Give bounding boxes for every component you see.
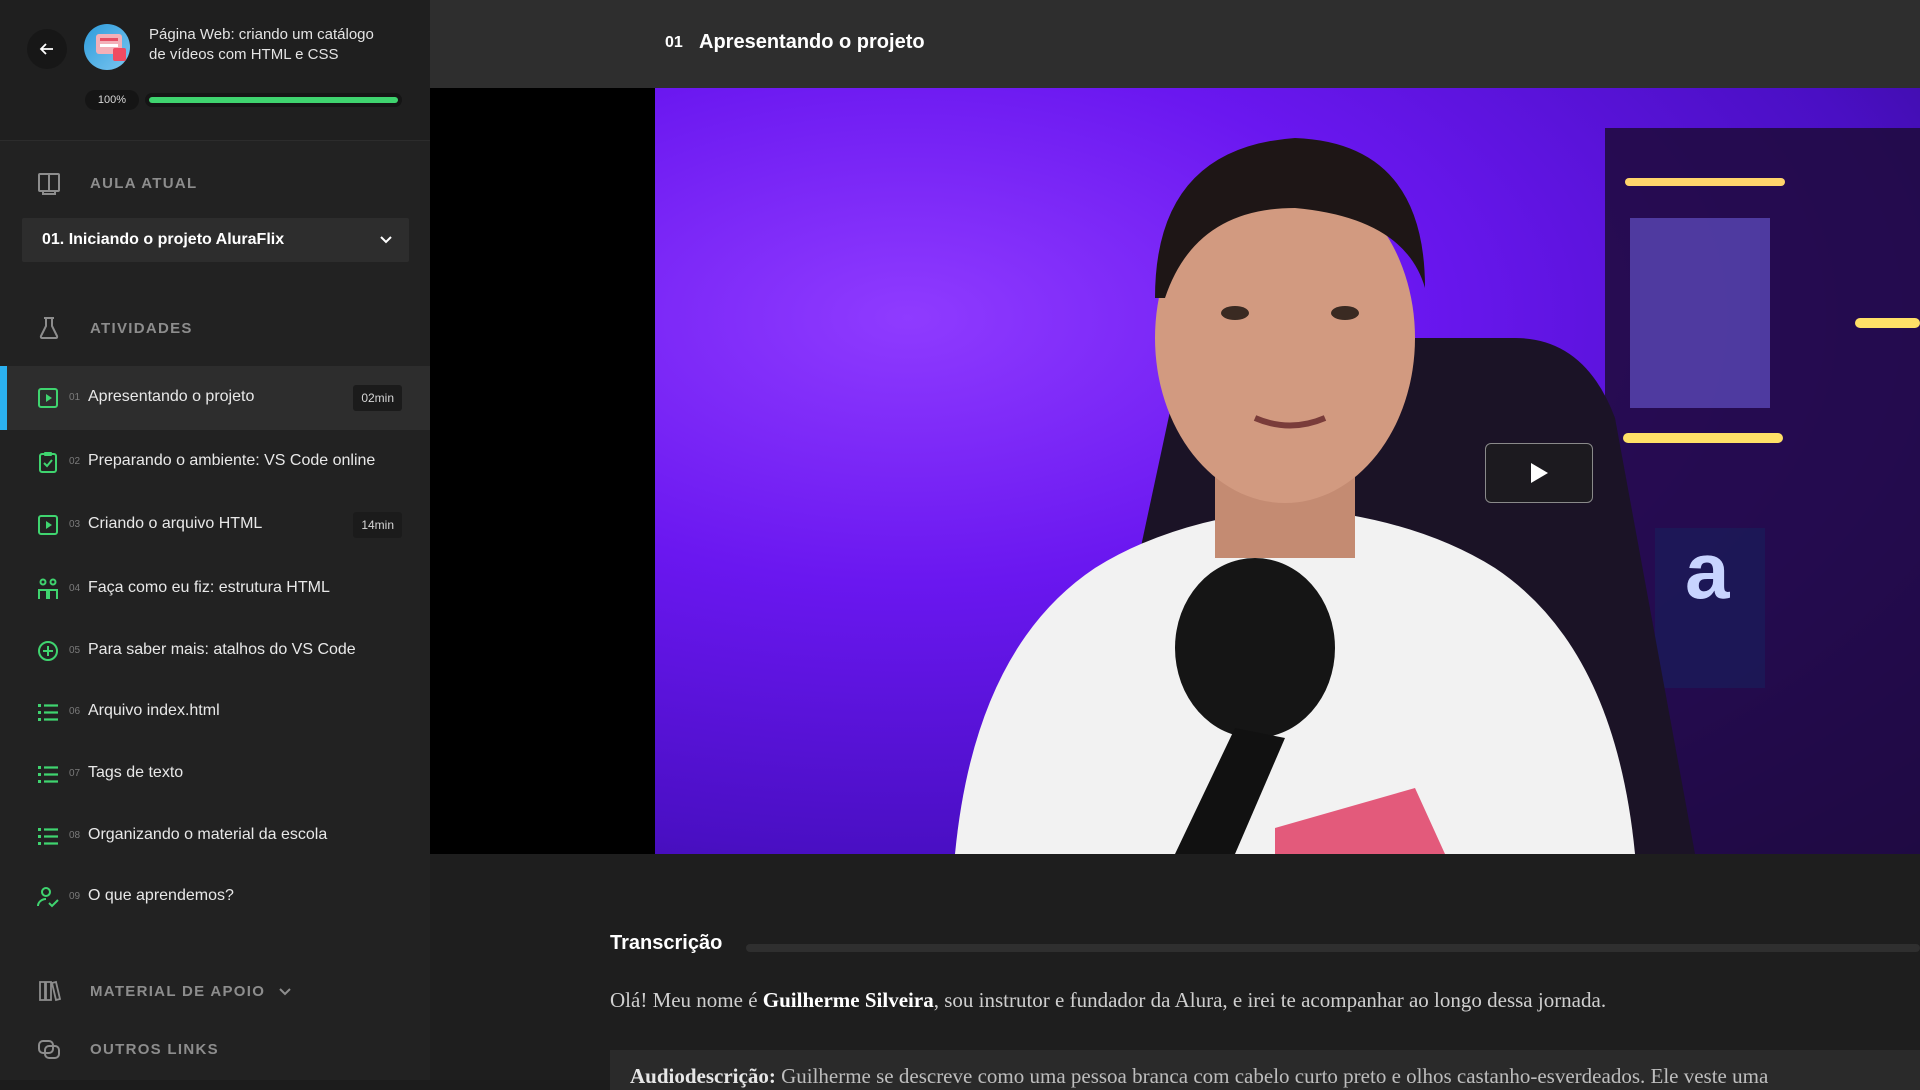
transcript-paragraph: Olá! Meu nome é Guilherme Silveira, sou … xyxy=(610,988,1606,1013)
course-title[interactable]: Página Web: criando um catálogo de vídeo… xyxy=(149,25,389,65)
clipboard-check-icon xyxy=(39,452,57,473)
activity-item[interactable]: 04 Faça como eu fiz: estrutura HTML xyxy=(0,557,430,621)
current-lesson-value: 01. Iniciando o projeto AluraFlix xyxy=(42,231,285,248)
svg-text:a: a xyxy=(1685,526,1730,615)
activity-label: Tags de texto xyxy=(88,764,184,781)
chevron-down-icon[interactable] xyxy=(276,982,294,1000)
transcript-divider xyxy=(746,944,1920,952)
person-check-icon xyxy=(37,887,59,908)
audio-description-text: Guilherme se descreve como uma pessoa br… xyxy=(775,1064,1769,1088)
activity-duration: 02min xyxy=(353,385,402,411)
activity-label: Preparando o ambiente: VS Code online xyxy=(88,452,376,469)
other-links-label[interactable]: OUTROS LINKS xyxy=(90,1041,219,1058)
video-frame[interactable]: a xyxy=(655,88,1920,854)
activity-duration: 14min xyxy=(353,512,402,538)
transcript-text: Olá! Meu nome é xyxy=(610,988,763,1012)
activity-item[interactable]: 01 Apresentando o projeto 02min xyxy=(0,366,430,430)
activity-number: 02 xyxy=(69,456,81,467)
video-player: a xyxy=(430,88,1920,854)
list-icon xyxy=(38,828,58,845)
flask-icon xyxy=(39,317,59,339)
lesson-title: Apresentando o projeto xyxy=(699,31,925,53)
activity-number: 04 xyxy=(69,583,81,594)
activity-label: Para saber mais: atalhos do VS Code xyxy=(88,641,356,658)
activity-label: Faça como eu fiz: estrutura HTML xyxy=(88,579,330,596)
progress-fill xyxy=(149,97,398,103)
activity-number: 08 xyxy=(69,830,81,841)
activity-label: Criando o arquivo HTML xyxy=(88,515,263,532)
activities-label: ATIVIDADES xyxy=(90,320,193,337)
activity-item[interactable]: 06 Arquivo index.html xyxy=(0,680,430,744)
activity-item[interactable]: 02 Preparando o ambiente: VS Code online xyxy=(0,430,430,494)
link-icon xyxy=(38,1040,60,1059)
activity-number: 01 xyxy=(69,392,81,403)
current-lesson-label: AULA ATUAL xyxy=(90,175,198,192)
activity-item[interactable]: 07 Tags de texto xyxy=(0,742,430,806)
transcript-name: Guilherme Silveira xyxy=(762,988,934,1012)
course-logo xyxy=(84,24,130,70)
back-button[interactable] xyxy=(27,29,67,69)
support-material-label[interactable]: MATERIAL DE APOIO xyxy=(90,983,265,1000)
arrow-left-icon xyxy=(39,43,53,55)
activity-number: 03 xyxy=(69,519,81,530)
activity-number: 09 xyxy=(69,891,81,902)
activity-item[interactable]: 09 O que aprendemos? xyxy=(0,865,430,929)
activity-label: Apresentando o projeto xyxy=(88,388,255,405)
books-icon xyxy=(39,980,62,1002)
course-header: Página Web: criando um catálogo de vídeo… xyxy=(0,0,430,141)
activity-number: 05 xyxy=(69,645,81,656)
book-icon xyxy=(38,173,60,195)
transcript-heading: Transcrição xyxy=(610,932,723,954)
plus-circle-icon xyxy=(38,641,58,661)
play-icon xyxy=(1531,463,1548,483)
main-content: 01 Apresentando o projeto a Transcrição … xyxy=(430,0,1920,1090)
audio-description-label: Audiodescrição: xyxy=(630,1064,776,1088)
sidebar: Página Web: criando um catálogo de vídeo… xyxy=(0,0,430,1080)
transcript-text: , sou instrutor e fundador da Alura, e i… xyxy=(933,988,1607,1012)
activity-item[interactable]: 03 Criando o arquivo HTML 14min xyxy=(0,493,430,557)
lesson-topbar: 01 Apresentando o projeto xyxy=(430,0,1920,88)
audio-description: Audiodescrição: Guilherme se descreve co… xyxy=(630,1064,1768,1089)
current-lesson-select[interactable]: 01. Iniciando o projeto AluraFlix xyxy=(22,218,409,262)
activity-number: 06 xyxy=(69,706,81,717)
list-icon xyxy=(38,766,58,783)
lesson-number: 01 xyxy=(665,34,683,51)
activity-label: Arquivo index.html xyxy=(88,702,220,719)
activity-number: 07 xyxy=(69,768,81,779)
play-video-icon xyxy=(38,388,58,408)
activity-label: O que aprendemos? xyxy=(88,887,234,904)
people-icon xyxy=(38,578,58,599)
activity-item[interactable]: 08 Organizando o material da escola xyxy=(0,804,430,868)
play-button[interactable] xyxy=(1485,443,1593,503)
activity-label: Organizando o material da escola xyxy=(88,826,328,843)
chevron-down-icon xyxy=(380,236,392,244)
progress-percent: 100% xyxy=(85,90,139,110)
play-video-icon xyxy=(38,515,58,535)
video-thumbnail: a xyxy=(955,128,1920,854)
list-icon xyxy=(38,704,58,721)
transcript-section: Transcrição Olá! Meu nome é Guilherme Si… xyxy=(430,854,1920,1090)
audio-description-box: Audiodescrição: Guilherme se descreve co… xyxy=(610,1050,1920,1090)
course-progress-bar xyxy=(145,93,402,107)
activity-item[interactable]: 05 Para saber mais: atalhos do VS Code xyxy=(0,619,430,683)
